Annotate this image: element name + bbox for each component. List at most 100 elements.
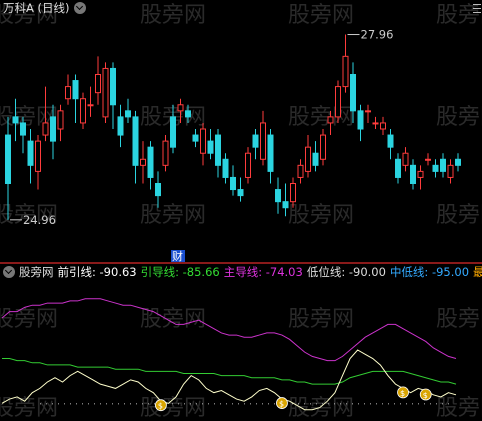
low-level-dot [232, 403, 233, 405]
candle-body [357, 110, 364, 130]
lead-line [1, 349, 457, 411]
candle-body [387, 134, 394, 148]
candle-body [170, 116, 176, 148]
candle-body [200, 128, 206, 154]
low-level-dot [274, 403, 275, 405]
watermark-text: 股旁网 [436, 396, 482, 421]
candle-body [260, 122, 266, 160]
low-level-dot [376, 403, 377, 405]
low-level-dot [124, 403, 125, 405]
low-level-dot [238, 403, 239, 405]
low-level-dot [82, 403, 83, 405]
indicator-panel[interactable]: 股旁网股旁网股旁网股旁网股旁网股旁网股旁网股旁网$$$$ 股旁网 前引线: -9… [0, 264, 482, 421]
low-level-dot [58, 403, 59, 405]
low-level-dot [196, 403, 197, 405]
candle-body [177, 104, 184, 112]
low-level-dot [88, 403, 89, 405]
candle-body [102, 67, 109, 118]
candle-body [252, 134, 259, 148]
candle-body [425, 158, 431, 161]
finance-badge-label: 财 [172, 249, 183, 262]
low-level-dot [400, 403, 401, 405]
low-level-dot [106, 403, 107, 405]
low-level-dot [346, 403, 347, 405]
low-level-dot [256, 403, 257, 405]
low-level-dot [424, 403, 425, 405]
indicator-legend-item: 最 [473, 265, 482, 279]
candle-body [267, 134, 274, 172]
money-bag-symbol: $ [158, 402, 163, 411]
watermark-text: 股旁网 [140, 3, 206, 28]
high-price-label: 27.96 [361, 28, 394, 42]
indicator-legend-item: 主导线: -74.03 [223, 265, 303, 279]
candle-body [230, 176, 236, 191]
candle-body [132, 116, 139, 166]
candle-body [222, 158, 229, 178]
indicator-name: 股旁网 [19, 265, 54, 279]
candle-body [237, 189, 244, 197]
candle-body [282, 201, 289, 209]
low-level-dot [268, 403, 269, 405]
indicator-chart: 股旁网股旁网股旁网股旁网股旁网股旁网股旁网股旁网$$$$ [0, 298, 482, 421]
watermark-text: 股旁网 [288, 3, 354, 28]
low-level-dot [352, 403, 353, 405]
candle-body [65, 86, 71, 100]
low-level-dot [214, 403, 215, 405]
low-level-dot [142, 403, 143, 405]
candle-body [72, 80, 79, 100]
indicator-legend-item: 中低线: -95.00 [389, 265, 470, 279]
price-chart-panel[interactable]: 股旁网股旁网股旁网股旁网股旁网股旁网股旁网股旁网股旁网股旁网股旁网股旁网27.9… [0, 0, 482, 262]
candle-body [110, 67, 116, 106]
watermark-text: 股旁网 [288, 203, 354, 228]
indicator-legend-item: 低位线: -90.00 [306, 265, 386, 279]
low-level-dot [382, 403, 383, 405]
low-level-dot [52, 403, 53, 405]
candle-body [417, 170, 424, 178]
low-level-dot [208, 403, 209, 405]
watermark-text: 股旁网 [0, 105, 58, 130]
candle-body [87, 104, 94, 107]
low-level-dot [436, 403, 437, 405]
candle-body [140, 158, 146, 166]
chevron-down-icon[interactable] [73, 2, 86, 14]
low-level-dot [298, 403, 299, 405]
candle-body [312, 152, 319, 166]
low-level-dot [118, 403, 119, 405]
candle-body [320, 134, 326, 160]
low-level-dot [112, 403, 113, 405]
indicator-legend-item: 引导线: -85.66 [140, 265, 220, 279]
money-bag-symbol: $ [279, 400, 284, 409]
indicator-header: 股旁网 前引线: -90.63 引导线: -85.66 主导线: -74.03 低位线… [3, 264, 482, 280]
low-level-dot [340, 403, 341, 405]
candle-body [147, 146, 154, 178]
menu-icon[interactable] [468, 0, 482, 16]
candle-body [432, 164, 439, 172]
candle-body [342, 55, 349, 88]
chevron-down-icon[interactable] [3, 266, 15, 278]
candle-body [380, 122, 386, 130]
low-level-dot [70, 403, 71, 405]
low-level-dot [442, 403, 443, 405]
candle-body [455, 158, 461, 166]
low-level-dot [178, 403, 179, 405]
low-level-dot [448, 403, 449, 405]
candle-body [395, 158, 401, 178]
candle-body [20, 122, 26, 136]
low-level-dot [46, 403, 47, 405]
candle-body [350, 74, 356, 112]
candle-body [215, 134, 221, 166]
low-level-dot [64, 403, 65, 405]
low-level-dot [136, 403, 137, 405]
low-level-dot [412, 403, 413, 405]
candle-body [372, 122, 379, 125]
candle-body [410, 164, 416, 184]
candle-body [305, 146, 311, 172]
candle-body [365, 110, 371, 113]
candle-body [327, 116, 334, 124]
candle-body [125, 110, 131, 118]
low-level-dot [172, 403, 173, 405]
candle-body [57, 110, 64, 130]
low-level-dot [430, 403, 431, 405]
low-level-dot [322, 403, 323, 405]
low-level-dot [76, 403, 77, 405]
